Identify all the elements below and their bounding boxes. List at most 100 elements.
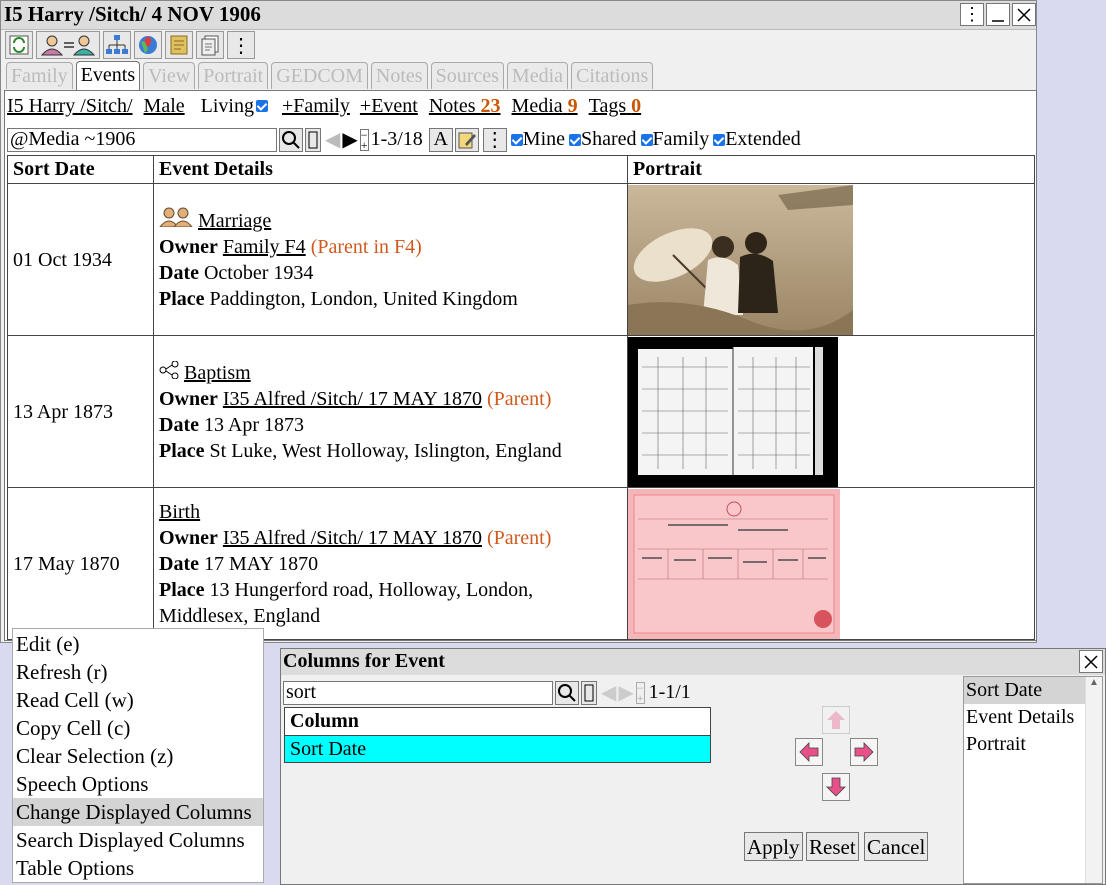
more-icon[interactable]: ⋮ bbox=[227, 31, 255, 59]
place-label: Place bbox=[159, 578, 205, 601]
sort-date-cell[interactable]: 01 Oct 1934 bbox=[7, 183, 154, 336]
beach-couple-photo[interactable] bbox=[628, 184, 853, 335]
filter-shared-checkbox[interactable] bbox=[569, 133, 581, 146]
search-icon[interactable] bbox=[279, 127, 303, 152]
tab-family[interactable]: Family bbox=[6, 62, 73, 89]
copy-icon[interactable] bbox=[196, 31, 224, 59]
event-details-cell[interactable]: Baptism Owner I35 Alfred /Sitch/ 17 MAY … bbox=[153, 335, 628, 488]
page-stepper-icon[interactable]: − + bbox=[635, 681, 645, 704]
minimize-icon[interactable] bbox=[986, 3, 1010, 26]
menu-item-change-displayed-columns[interactable]: Change Displayed Columns bbox=[13, 798, 263, 826]
font-button[interactable]: A bbox=[428, 127, 453, 152]
menu-item-table-options[interactable]: Table Options bbox=[13, 854, 263, 882]
filter-family-checkbox[interactable] bbox=[640, 133, 653, 146]
notes-icon[interactable] bbox=[165, 31, 193, 59]
menu-item-speech-options[interactable]: Speech Options bbox=[13, 770, 263, 798]
add-family-link[interactable]: +Family bbox=[282, 95, 350, 118]
column-header-sort-date[interactable]: Sort Date bbox=[7, 155, 154, 184]
portrait-cell[interactable] bbox=[627, 335, 1035, 488]
page-stepper-icon[interactable]: − + bbox=[359, 128, 369, 151]
table-header-row: Sort Date Event Details Portrait bbox=[7, 155, 1035, 184]
menu-item-copy-cell[interactable]: Copy Cell (c) bbox=[13, 714, 263, 742]
dialog-titlebar[interactable]: Columns for Event bbox=[281, 649, 1105, 675]
search-input[interactable] bbox=[7, 127, 277, 152]
sort-date-cell[interactable]: 17 May 1870 bbox=[7, 487, 154, 640]
event-details-cell[interactable]: Marriage Owner Family F4 (Parent in F4) … bbox=[153, 183, 628, 336]
owner-link[interactable]: Family F4 bbox=[223, 236, 306, 258]
list-item[interactable]: Portrait bbox=[964, 731, 1102, 758]
sex-link[interactable]: Male bbox=[144, 95, 185, 118]
tags-link[interactable]: Tags 0 bbox=[589, 95, 641, 118]
swap-person-icon[interactable] bbox=[36, 31, 100, 59]
filter-shared-label: Shared bbox=[581, 128, 637, 150]
filter-mine-checkbox[interactable] bbox=[510, 133, 523, 146]
tab-citations[interactable]: Citations bbox=[571, 62, 654, 89]
column-header-event-details[interactable]: Event Details bbox=[153, 155, 628, 184]
clear-search-icon[interactable] bbox=[305, 127, 321, 152]
add-event-link[interactable]: +Event bbox=[360, 95, 418, 118]
more-icon[interactable]: ⋮ bbox=[960, 3, 984, 26]
tab-events[interactable]: Events bbox=[75, 61, 141, 90]
window-titlebar[interactable]: I5 Harry /Sitch/ 4 NOV 1906 ⋮ bbox=[1, 1, 1036, 30]
event-type-link[interactable]: Birth bbox=[159, 501, 200, 523]
birth-certificate[interactable] bbox=[628, 488, 840, 639]
scroll-up-icon[interactable]: ▲ bbox=[1086, 677, 1102, 688]
search-icon[interactable] bbox=[555, 680, 579, 705]
cancel-button[interactable]: Cancel bbox=[864, 832, 929, 861]
next-page-icon[interactable]: ▶ bbox=[342, 127, 357, 152]
prev-page-icon[interactable]: ◀ bbox=[601, 680, 616, 705]
tab-notes[interactable]: Notes bbox=[370, 62, 428, 89]
table-row[interactable]: 01 Oct 1934 Marriage Owner Family F4 (Pa… bbox=[7, 183, 1035, 336]
portrait-cell[interactable] bbox=[627, 487, 1035, 640]
owner-link[interactable]: I35 Alfred /Sitch/ 17 MAY 1870 bbox=[223, 527, 482, 549]
more-icon[interactable]: ⋮ bbox=[482, 127, 507, 152]
move-left-icon[interactable] bbox=[795, 738, 823, 766]
list-scrollbar[interactable]: ▲ bbox=[1085, 677, 1102, 883]
notes-link[interactable]: Notes 23 bbox=[429, 95, 501, 118]
move-right-icon[interactable] bbox=[850, 738, 878, 766]
event-type-link[interactable]: Marriage bbox=[198, 210, 271, 232]
menu-item-edit[interactable]: Edit (e) bbox=[13, 630, 263, 658]
date-label: Date bbox=[159, 413, 199, 436]
tab-gedcom[interactable]: GEDCOM bbox=[271, 62, 368, 89]
move-down-icon[interactable] bbox=[822, 773, 850, 801]
table-row[interactable]: Sort Date bbox=[285, 736, 710, 762]
reset-button[interactable]: Reset bbox=[806, 832, 859, 861]
refresh-icon[interactable] bbox=[5, 31, 33, 59]
owner-link[interactable]: I35 Alfred /Sitch/ 17 MAY 1870 bbox=[223, 388, 482, 410]
close-icon[interactable] bbox=[1079, 650, 1103, 673]
tab-view[interactable]: View bbox=[143, 62, 196, 89]
list-item[interactable]: Event Details bbox=[964, 704, 1102, 731]
table-row[interactable]: 13 Apr 1873 Baptism Owner I35 Alfred /Si… bbox=[7, 335, 1035, 488]
prev-page-icon[interactable]: ◀ bbox=[325, 127, 340, 152]
close-icon[interactable] bbox=[1012, 3, 1036, 26]
column-header-portrait[interactable]: Portrait bbox=[627, 155, 1035, 184]
list-item[interactable]: Sort Date bbox=[964, 677, 1102, 704]
map-icon[interactable] bbox=[134, 31, 162, 59]
tab-sources[interactable]: Sources bbox=[430, 62, 504, 89]
person-name-link[interactable]: I5 Harry /Sitch/ bbox=[7, 95, 133, 118]
filter-extended-checkbox[interactable] bbox=[713, 133, 726, 146]
sort-date-cell[interactable]: 13 Apr 1873 bbox=[7, 335, 154, 488]
menu-item-clear-selection[interactable]: Clear Selection (z) bbox=[13, 742, 263, 770]
clear-search-icon[interactable] bbox=[581, 680, 597, 705]
media-link[interactable]: Media 9 bbox=[512, 95, 578, 118]
register-scan[interactable] bbox=[628, 336, 838, 487]
event-details-cell[interactable]: Birth Owner I35 Alfred /Sitch/ 17 MAY 18… bbox=[153, 487, 628, 640]
move-up-icon[interactable] bbox=[822, 706, 850, 734]
apply-button[interactable]: Apply bbox=[744, 832, 803, 861]
tab-portrait[interactable]: Portrait bbox=[198, 62, 269, 89]
living-checkbox[interactable] bbox=[255, 100, 268, 112]
menu-item-read-cell[interactable]: Read Cell (w) bbox=[13, 686, 263, 714]
tab-media[interactable]: Media bbox=[506, 62, 568, 89]
column-search-input[interactable] bbox=[283, 680, 553, 705]
result-range: 1-3/18 bbox=[370, 128, 423, 150]
tree-icon[interactable] bbox=[103, 31, 131, 59]
portrait-cell[interactable] bbox=[627, 183, 1035, 336]
menu-item-refresh[interactable]: Refresh (r) bbox=[13, 658, 263, 686]
menu-item-search-displayed-columns[interactable]: Search Displayed Columns bbox=[13, 826, 263, 854]
next-page-icon[interactable]: ▶ bbox=[618, 680, 633, 705]
table-row[interactable]: 17 May 1870 Birth Owner I35 Alfred /Sitc… bbox=[7, 487, 1035, 640]
edit-icon[interactable] bbox=[454, 127, 479, 152]
event-type-link[interactable]: Baptism bbox=[184, 362, 251, 384]
